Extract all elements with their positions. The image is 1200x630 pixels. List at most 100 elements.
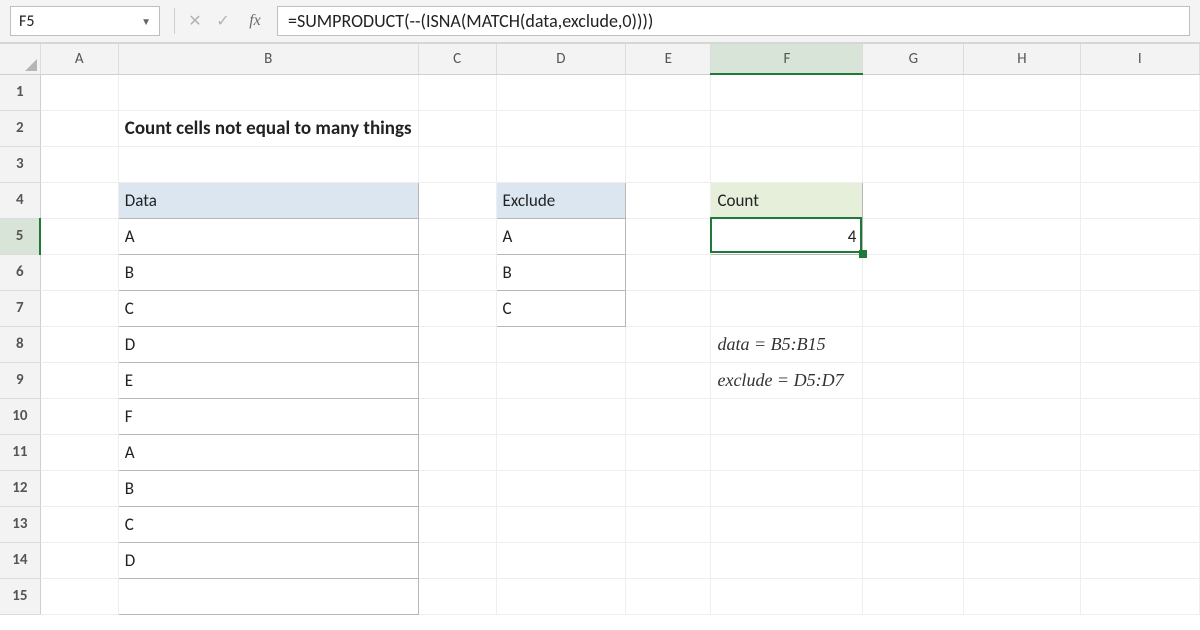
cell-F4[interactable]: Count	[711, 182, 863, 218]
cell-I6[interactable]	[1080, 254, 1199, 290]
cell-E5[interactable]	[626, 218, 711, 254]
cell-D12[interactable]	[496, 470, 626, 506]
cell-I5[interactable]	[1080, 218, 1199, 254]
cell-F13[interactable]	[711, 506, 863, 542]
cell-H14[interactable]	[964, 542, 1080, 578]
cell-B4[interactable]: Data	[118, 182, 418, 218]
row-header-15[interactable]: 15	[0, 578, 40, 614]
cell-E8[interactable]	[626, 326, 711, 362]
row-header-6[interactable]: 6	[0, 254, 40, 290]
cell-G11[interactable]	[863, 434, 964, 470]
cell-D13[interactable]	[496, 506, 626, 542]
formula-input[interactable]: =SUMPRODUCT(--(ISNA(MATCH(data,exclude,0…	[277, 6, 1190, 36]
cell-G15[interactable]	[863, 578, 964, 614]
cell-E10[interactable]	[626, 398, 711, 434]
cell-B2[interactable]: Count cells not equal to many things	[118, 110, 418, 146]
cell-D10[interactable]	[496, 398, 626, 434]
row-header-8[interactable]: 8	[0, 326, 40, 362]
cell-I12[interactable]	[1080, 470, 1199, 506]
cell-E14[interactable]	[626, 542, 711, 578]
cell-H6[interactable]	[964, 254, 1080, 290]
col-header-F[interactable]: F	[711, 44, 863, 74]
row-header-10[interactable]: 10	[0, 398, 40, 434]
cell-G5[interactable]	[863, 218, 964, 254]
cell-B8[interactable]: D	[118, 326, 418, 362]
row-header-3[interactable]: 3	[0, 146, 40, 182]
cell-E1[interactable]	[626, 74, 711, 110]
col-header-I[interactable]: I	[1080, 44, 1199, 74]
cell-F12[interactable]	[711, 470, 863, 506]
cell-H9[interactable]	[964, 362, 1080, 398]
cell-C6[interactable]	[418, 254, 496, 290]
cell-C7[interactable]	[418, 290, 496, 326]
col-header-E[interactable]: E	[626, 44, 711, 74]
cell-D8[interactable]	[496, 326, 626, 362]
row-header-9[interactable]: 9	[0, 362, 40, 398]
cell-H3[interactable]	[964, 146, 1080, 182]
cell-A6[interactable]	[40, 254, 118, 290]
cell-C11[interactable]	[418, 434, 496, 470]
cell-F1[interactable]	[711, 74, 863, 110]
cell-F14[interactable]	[711, 542, 863, 578]
cell-A5[interactable]	[40, 218, 118, 254]
cell-H7[interactable]	[964, 290, 1080, 326]
row-header-2[interactable]: 2	[0, 110, 40, 146]
cell-G3[interactable]	[863, 146, 964, 182]
cell-C3[interactable]	[418, 146, 496, 182]
cell-I10[interactable]	[1080, 398, 1199, 434]
cell-A15[interactable]	[40, 578, 118, 614]
cell-F8[interactable]: data = B5:B15	[711, 326, 863, 362]
col-header-B[interactable]: B	[118, 44, 418, 74]
cell-D1[interactable]	[496, 74, 626, 110]
cell-F7[interactable]	[711, 290, 863, 326]
cell-F11[interactable]	[711, 434, 863, 470]
cell-F6[interactable]	[711, 254, 863, 290]
cell-B3[interactable]	[118, 146, 418, 182]
col-header-C[interactable]: C	[418, 44, 496, 74]
cell-E3[interactable]	[626, 146, 711, 182]
cell-G4[interactable]	[863, 182, 964, 218]
cell-B7[interactable]: C	[118, 290, 418, 326]
col-header-H[interactable]: H	[964, 44, 1080, 74]
cell-G10[interactable]	[863, 398, 964, 434]
cell-A14[interactable]	[40, 542, 118, 578]
cell-B13[interactable]: C	[118, 506, 418, 542]
cell-H13[interactable]	[964, 506, 1080, 542]
cell-C8[interactable]	[418, 326, 496, 362]
cell-I13[interactable]	[1080, 506, 1199, 542]
cell-A13[interactable]	[40, 506, 118, 542]
cell-B9[interactable]: E	[118, 362, 418, 398]
cell-H12[interactable]	[964, 470, 1080, 506]
cell-G14[interactable]	[863, 542, 964, 578]
cell-E13[interactable]	[626, 506, 711, 542]
cell-D7[interactable]: C	[496, 290, 626, 326]
cell-D9[interactable]	[496, 362, 626, 398]
row-header-14[interactable]: 14	[0, 542, 40, 578]
cell-F2[interactable]	[711, 110, 863, 146]
cell-D4[interactable]: Exclude	[496, 182, 626, 218]
cell-I11[interactable]	[1080, 434, 1199, 470]
row-header-12[interactable]: 12	[0, 470, 40, 506]
cell-D3[interactable]	[496, 146, 626, 182]
cell-A1[interactable]	[40, 74, 118, 110]
cell-F5[interactable]: 4	[711, 218, 863, 254]
cell-I8[interactable]	[1080, 326, 1199, 362]
cell-B14[interactable]: D	[118, 542, 418, 578]
col-header-G[interactable]: G	[863, 44, 964, 74]
cell-H8[interactable]	[964, 326, 1080, 362]
cell-E9[interactable]	[626, 362, 711, 398]
cell-C14[interactable]	[418, 542, 496, 578]
fx-icon[interactable]: fx	[237, 12, 273, 30]
cell-B1[interactable]	[118, 74, 418, 110]
cell-D2[interactable]	[496, 110, 626, 146]
cell-G9[interactable]	[863, 362, 964, 398]
cell-F3[interactable]	[711, 146, 863, 182]
cell-E7[interactable]	[626, 290, 711, 326]
cell-E6[interactable]	[626, 254, 711, 290]
cell-I9[interactable]	[1080, 362, 1199, 398]
cell-H1[interactable]	[964, 74, 1080, 110]
cell-A10[interactable]	[40, 398, 118, 434]
cell-I1[interactable]	[1080, 74, 1199, 110]
cell-B10[interactable]: F	[118, 398, 418, 434]
col-header-D[interactable]: D	[496, 44, 626, 74]
